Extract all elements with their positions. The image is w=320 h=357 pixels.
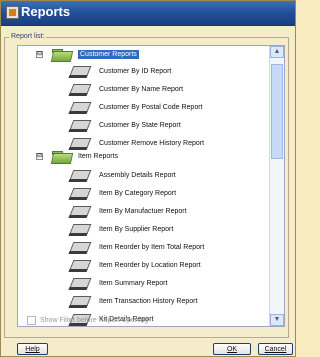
window-title: Reports <box>21 4 71 19</box>
folder-icon <box>52 47 72 61</box>
report-customer-by-state[interactable]: Customer By State Report <box>69 117 181 133</box>
show-filter-label: Show Filter before Report Opening <box>40 317 149 324</box>
folder-icon <box>52 149 72 163</box>
report-item-reorder-location[interactable]: Item Reorder by Location Report <box>69 257 201 273</box>
title-bar: Reports <box>1 1 295 26</box>
report-label: Item By Manufactuer Report <box>99 207 187 215</box>
help-button[interactable]: Help <box>17 343 48 355</box>
ok-button[interactable]: OK <box>213 343 251 355</box>
report-label: Item Transaction History Report <box>99 297 198 305</box>
report-item-transaction-history[interactable]: Item Transaction History Report <box>69 293 197 309</box>
report-item-reorder-total[interactable]: Item Reorder by Item Total Report <box>69 239 204 255</box>
report-item-by-supplier[interactable]: Item By Supplier Report <box>69 221 173 237</box>
report-label: Item By Supplier Report <box>99 225 174 233</box>
report-customer-by-postal-code[interactable]: Customer By Postal Code Report <box>69 99 203 115</box>
report-customer-by-id[interactable]: Customer By ID Report <box>69 63 171 79</box>
show-filter-checkbox[interactable] <box>27 316 36 325</box>
report-assembly-details[interactable]: Assembly Details Report <box>69 167 176 183</box>
report-item-by-category[interactable]: Item By Category Report <box>69 185 176 201</box>
tree-rows: ⊟ Customer Reports Customer By ID Report… <box>18 46 270 326</box>
report-label: Item By Category Report <box>99 189 177 197</box>
vertical-scrollbar[interactable]: ▲ ▼ <box>269 46 284 326</box>
scroll-thumb[interactable] <box>271 64 283 159</box>
item-reports-expander[interactable]: ⊟ <box>36 153 43 160</box>
report-label: Item Reorder by Location Report <box>99 261 201 269</box>
report-icon <box>69 64 91 79</box>
scroll-down-button[interactable]: ▼ <box>270 314 284 326</box>
report-icon <box>69 168 91 183</box>
report-icon <box>69 100 91 115</box>
cancel-button[interactable]: Cancel <box>258 343 293 355</box>
report-label: Customer By Name Report <box>99 85 184 93</box>
tree-item-item-reports[interactable]: Item Reports <box>52 148 118 164</box>
report-customer-by-name[interactable]: Customer By Name Report <box>69 81 183 97</box>
report-label: Customer By ID Report <box>99 67 172 75</box>
tree-item-label: Item Reports <box>78 152 119 160</box>
reports-dialog: Reports Report list: ⊟ Customer Reports … <box>0 0 296 357</box>
report-icon <box>69 276 91 291</box>
report-label: Customer Remove History Report <box>99 139 205 147</box>
report-label: Customer By Postal Code Report <box>99 103 203 111</box>
reports-window-icon <box>6 6 19 19</box>
report-icon <box>69 118 91 133</box>
tree-item-label: Customer Reports <box>78 49 139 59</box>
report-icon <box>69 186 91 201</box>
report-label: Item Reorder by Item Total Report <box>99 243 205 251</box>
report-icon <box>69 82 91 97</box>
scroll-up-button[interactable]: ▲ <box>270 46 284 58</box>
report-label: Customer By State Report <box>99 121 181 129</box>
report-label: Item Summary Report <box>99 279 168 287</box>
customer-reports-expander[interactable]: ⊟ <box>36 51 43 58</box>
report-icon <box>69 222 91 237</box>
report-label: Assembly Details Report <box>99 171 176 179</box>
report-item-summary[interactable]: Item Summary Report <box>69 275 167 291</box>
report-item-by-manufacturer[interactable]: Item By Manufactuer Report <box>69 203 187 219</box>
report-icon <box>69 258 91 273</box>
show-filter-option[interactable]: Show Filter before Report Opening <box>27 316 148 325</box>
report-icon <box>69 204 91 219</box>
tree-item-customer-reports[interactable]: Customer Reports <box>52 46 139 62</box>
report-list-label: Report list: <box>9 33 47 40</box>
report-tree[interactable]: ⊟ Customer Reports Customer By ID Report… <box>17 45 285 327</box>
report-icon <box>69 294 91 309</box>
report-icon <box>69 240 91 255</box>
